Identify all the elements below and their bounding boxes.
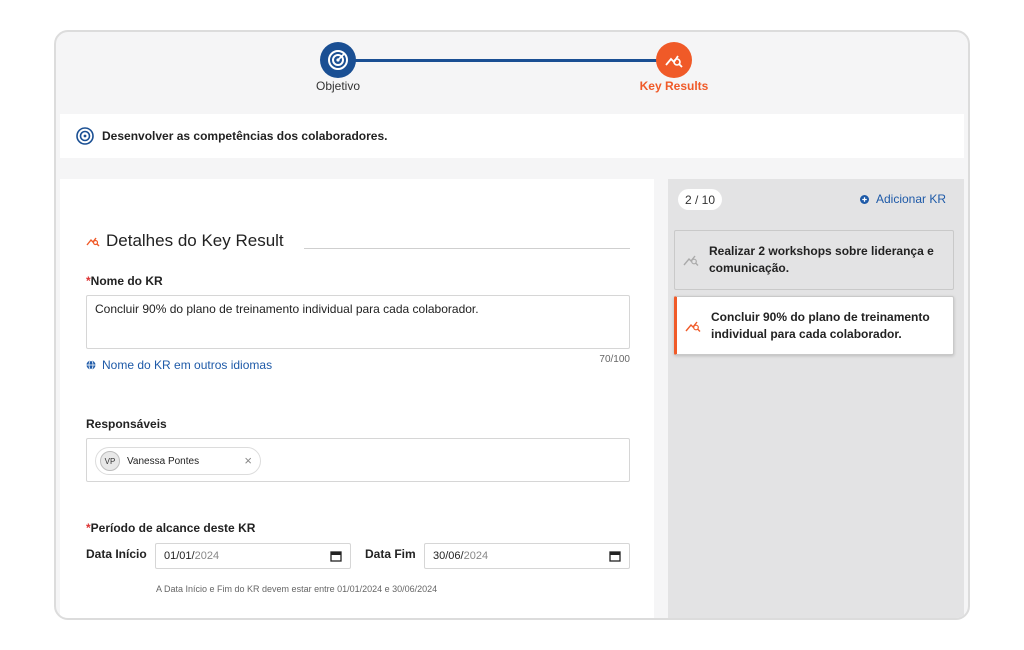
wizard-window: Objetivo Key Results Desenvolver as comp… xyxy=(54,30,970,620)
start-date-day-month: 01/01/ xyxy=(164,550,195,562)
plus-circle-icon xyxy=(860,194,869,204)
key-result-icon xyxy=(685,321,701,332)
person-chip: VP Vanessa Pontes × xyxy=(95,447,261,475)
key-result-icon xyxy=(665,55,683,68)
avatar: VP xyxy=(100,451,120,471)
responsaveis-label: Responsáveis xyxy=(86,417,167,431)
target-icon xyxy=(328,50,348,70)
kr-list-item[interactable]: Realizar 2 workshops sobre liderança e c… xyxy=(674,230,954,290)
add-kr-button[interactable]: Adicionar KR xyxy=(860,192,946,206)
globe-icon xyxy=(86,360,96,370)
start-date-input[interactable]: 01/01/2024 xyxy=(155,543,351,569)
stepper-progress-line xyxy=(338,59,674,62)
add-kr-label: Adicionar KR xyxy=(876,192,947,206)
period-label-text: Período de alcance deste KR xyxy=(90,521,256,535)
section-title-text: Detalhes do Key Result xyxy=(106,231,284,250)
objective-text: Desenvolver as competências dos colabora… xyxy=(102,129,388,143)
period-label: *Período de alcance deste KR xyxy=(86,521,255,535)
start-date-year: 2024 xyxy=(194,550,220,562)
end-date-input[interactable]: 30/06/2024 xyxy=(424,543,630,569)
kr-list-item-text: Realizar 2 workshops sobre liderança e c… xyxy=(709,244,934,275)
step-objetivo[interactable] xyxy=(320,42,356,78)
end-date-year: 2024 xyxy=(463,550,489,562)
end-date-day-month: 30/06/ xyxy=(433,550,464,562)
key-result-icon xyxy=(683,255,699,266)
kr-count-badge: 2 / 10 xyxy=(678,189,722,210)
start-date-label: Data Início xyxy=(86,547,147,561)
person-name: Vanessa Pontes xyxy=(127,455,200,467)
kr-name-input[interactable]: Concluir 90% do plano de treinamento ind… xyxy=(86,295,630,349)
kr-list-item-text: Concluir 90% do plano de treinamento ind… xyxy=(711,309,930,341)
kr-name-label: *Nome do KR xyxy=(86,274,163,288)
section-divider xyxy=(304,248,630,249)
section-title: Detalhes do Key Result xyxy=(86,231,284,251)
date-hint: A Data Início e Fim do KR devem estar en… xyxy=(156,584,438,594)
close-icon[interactable]: × xyxy=(244,454,252,468)
kr-list-panel: 2 / 10 Adicionar KR Realizar 2 workshops… xyxy=(668,179,964,618)
step-key-results-label: Key Results xyxy=(639,79,709,93)
key-result-icon xyxy=(86,237,100,247)
kr-name-languages-link[interactable]: Nome do KR em outros idiomas xyxy=(86,358,272,372)
target-icon xyxy=(76,127,94,145)
char-counter: 70/100 xyxy=(599,354,630,365)
calendar-icon[interactable] xyxy=(609,550,621,562)
languages-link-text: Nome do KR em outros idiomas xyxy=(102,358,273,372)
step-key-results[interactable] xyxy=(656,42,692,78)
objective-banner: Desenvolver as competências dos colabora… xyxy=(60,114,964,158)
kr-name-label-text: Nome do KR xyxy=(90,274,163,288)
stepper: Objetivo Key Results xyxy=(56,32,968,114)
calendar-icon[interactable] xyxy=(330,550,342,562)
kr-list-item-selected[interactable]: Concluir 90% do plano de treinamento ind… xyxy=(674,296,954,355)
end-date-label: Data Fim xyxy=(365,547,416,561)
kr-details-form: Detalhes do Key Result *Nome do KR Concl… xyxy=(60,179,654,618)
responsaveis-field[interactable]: VP Vanessa Pontes × xyxy=(86,438,630,482)
step-objetivo-label: Objetivo xyxy=(315,79,361,93)
